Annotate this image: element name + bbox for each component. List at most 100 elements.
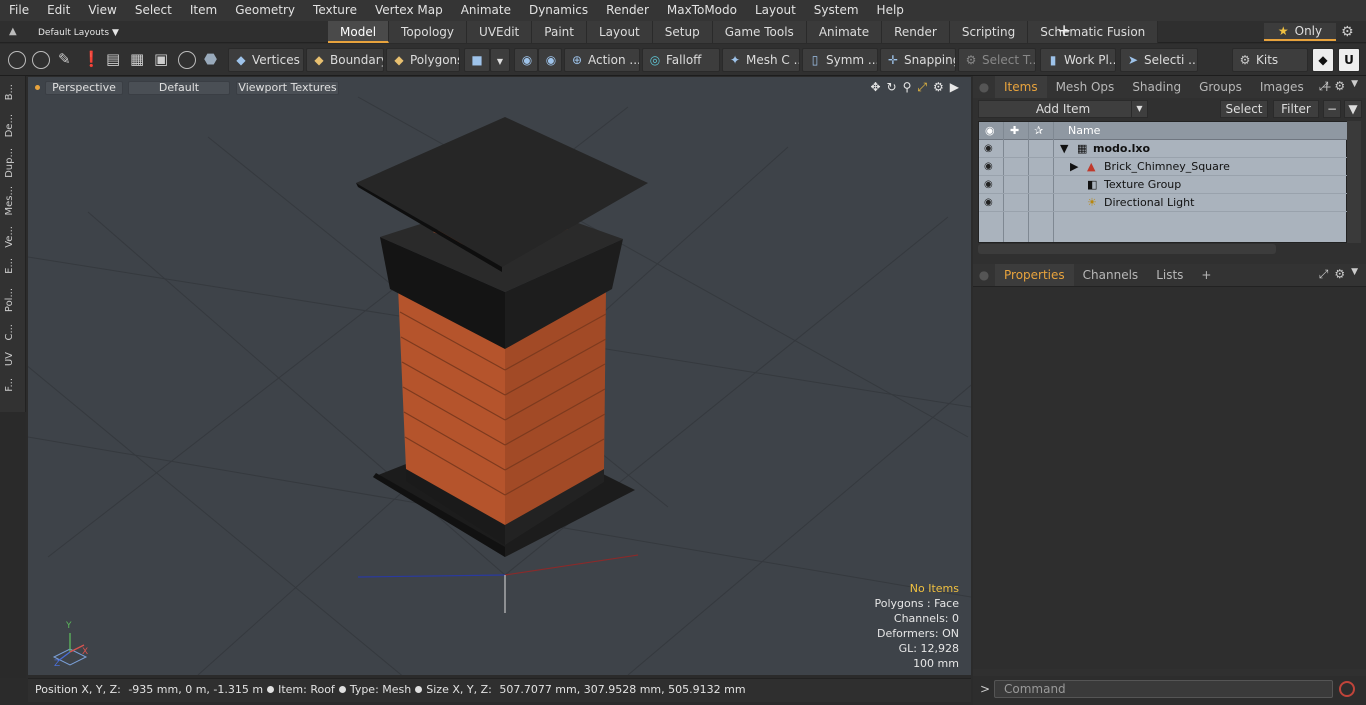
- tree-row-mesh[interactable]: ◉ ▶ ▲ Brick_Chimney_Square: [979, 158, 1348, 176]
- brush-icon[interactable]: ❗: [82, 50, 101, 68]
- tab-topology[interactable]: Topology: [389, 21, 468, 43]
- panel-gear-icon[interactable]: ⚙: [1334, 79, 1345, 94]
- tab-properties[interactable]: Properties: [995, 264, 1074, 286]
- strip-tab-vertex[interactable]: Ve...: [4, 226, 20, 248]
- symmetry-toggle-a[interactable]: ◉: [514, 48, 538, 72]
- layout-selector[interactable]: Default Layouts ▼: [38, 24, 119, 38]
- menu-help[interactable]: Help: [868, 0, 913, 21]
- tab-game-tools[interactable]: Game Tools: [712, 21, 807, 43]
- tree-row-light[interactable]: ◉ ☀ Directional Light: [979, 194, 1348, 212]
- menu-file[interactable]: File: [0, 0, 38, 21]
- command-input[interactable]: Command: [994, 680, 1333, 698]
- chevron-down-icon[interactable]: ▼: [1351, 267, 1358, 282]
- tab-model[interactable]: Model: [328, 21, 390, 43]
- record-stop-icon[interactable]: [1339, 681, 1355, 697]
- collapse-icon[interactable]: −: [1323, 100, 1341, 118]
- tab-render[interactable]: Render: [882, 21, 950, 43]
- tab-paint[interactable]: Paint: [532, 21, 587, 43]
- mesh-constraint-button[interactable]: ✦ Mesh C ...: [722, 48, 800, 72]
- tab-setup[interactable]: Setup: [652, 21, 713, 43]
- funnel-icon[interactable]: ▼: [1344, 100, 1362, 118]
- items-scrollbar[interactable]: [1347, 121, 1361, 243]
- globe-icon[interactable]: [32, 51, 50, 69]
- menu-dynamics[interactable]: Dynamics: [520, 0, 597, 21]
- tab-layout[interactable]: Layout: [586, 21, 653, 43]
- tab-scripting[interactable]: Scripting: [949, 21, 1029, 43]
- add-tab-icon[interactable]: +: [1057, 21, 1071, 42]
- box-icon[interactable]: ▣: [154, 50, 168, 68]
- grid-snap-icon[interactable]: ▦: [130, 50, 144, 68]
- symmetry-toggle-b[interactable]: ◉: [538, 48, 562, 72]
- select-button[interactable]: Select: [1220, 100, 1268, 118]
- perspective-button[interactable]: Perspective: [45, 81, 123, 95]
- tab-images[interactable]: Images: [1251, 76, 1313, 98]
- cube-icon[interactable]: ⬣: [204, 50, 217, 68]
- strip-tab-duplicate[interactable]: Dup...: [4, 148, 20, 178]
- mode-dropdown[interactable]: ▼: [490, 48, 510, 72]
- rotate-icon[interactable]: [178, 51, 196, 69]
- panel-menu-dot[interactable]: ●: [973, 76, 995, 98]
- shading-button[interactable]: Default: [128, 81, 230, 95]
- align-icon[interactable]: ▤: [106, 50, 120, 68]
- strip-tab-deform[interactable]: De...: [4, 114, 20, 137]
- menu-animate[interactable]: Animate: [452, 0, 520, 21]
- snapping-button[interactable]: ✛ Snapping: [880, 48, 956, 72]
- name-column-header[interactable]: Name: [1068, 124, 1100, 137]
- gear-icon[interactable]: ⚙: [1341, 24, 1354, 40]
- visibility-column-icon[interactable]: ◉: [985, 124, 995, 137]
- axis-column-icon[interactable]: ✰: [1034, 124, 1043, 137]
- select-circle-icon[interactable]: [8, 51, 26, 69]
- strip-tab-curve[interactable]: C...: [4, 324, 20, 341]
- move-view-icon[interactable]: ✥: [870, 80, 880, 95]
- unity-icon[interactable]: ◆: [1312, 48, 1334, 72]
- add-item-button[interactable]: Add Item ▼: [978, 100, 1148, 118]
- vertices-button[interactable]: ◆ Vertices: [228, 48, 304, 72]
- viewport-gear-icon[interactable]: ⚙: [933, 80, 944, 95]
- tab-schematic-fusion[interactable]: Schematic Fusion: [1028, 21, 1159, 43]
- tab-groups[interactable]: Groups: [1190, 76, 1251, 98]
- lock-column-icon[interactable]: ✚: [1010, 124, 1019, 137]
- work-plane-button[interactable]: ▮ Work Pl...: [1040, 48, 1116, 72]
- items-horizontal-scrollbar[interactable]: [978, 244, 1276, 254]
- viewport-menu-dot[interactable]: [35, 85, 40, 90]
- eye-icon[interactable]: ◉: [984, 194, 993, 211]
- action-button[interactable]: ⊕ Action ...: [564, 48, 640, 72]
- tab-channels[interactable]: Channels: [1074, 264, 1148, 286]
- boundary-button[interactable]: ◆ Boundary: [306, 48, 384, 72]
- expand-panel-icon[interactable]: ⤢: [1319, 267, 1329, 282]
- strip-tab-fusion[interactable]: F...: [4, 378, 20, 392]
- zoom-icon[interactable]: ⚲: [903, 80, 912, 95]
- panel-menu-dot[interactable]: ●: [973, 264, 995, 286]
- menu-layout[interactable]: Layout: [746, 0, 805, 21]
- menu-maxtomodo[interactable]: MaxToModo: [658, 0, 746, 21]
- chevron-right-icon[interactable]: ▶: [950, 80, 959, 95]
- tree-row-texture-group[interactable]: ◉ ◧ Texture Group: [979, 176, 1348, 194]
- viewport-textures-button[interactable]: Viewport Textures: [236, 81, 339, 95]
- strip-tab-edge[interactable]: E...: [4, 258, 20, 274]
- expand-arrow-icon[interactable]: ▼: [1060, 140, 1068, 157]
- menu-item[interactable]: Item: [181, 0, 226, 21]
- 3d-viewport[interactable]: Y X Z Perspective Default Viewport Textu…: [28, 77, 971, 675]
- unreal-icon[interactable]: U: [1338, 48, 1360, 72]
- eye-icon[interactable]: ◉: [984, 158, 993, 175]
- add-panel-tab-icon[interactable]: +: [1192, 264, 1220, 286]
- expand-arrow-icon[interactable]: ▶: [1070, 158, 1078, 175]
- select-through-button[interactable]: ⚙ Select T...: [958, 48, 1036, 72]
- menu-view[interactable]: View: [79, 0, 125, 21]
- layout-collapse-icon[interactable]: ▲: [9, 26, 17, 37]
- menu-edit[interactable]: Edit: [38, 0, 79, 21]
- maximize-icon[interactable]: ⤢: [917, 80, 927, 95]
- tab-shading[interactable]: Shading: [1123, 76, 1190, 98]
- strip-tab-uv[interactable]: UV: [4, 352, 20, 366]
- symmetry-button[interactable]: ▯ Symm ...: [802, 48, 878, 72]
- kits-button[interactable]: ⚙ Kits: [1232, 48, 1308, 72]
- eye-icon[interactable]: ◉: [984, 140, 993, 157]
- tab-uvedit[interactable]: UVEdit: [467, 21, 533, 43]
- panel-gear-icon[interactable]: ⚙: [1334, 267, 1345, 282]
- falloff-button[interactable]: ◎ Falloff: [642, 48, 720, 72]
- chevron-down-icon[interactable]: ▼: [1351, 79, 1358, 94]
- filter-button[interactable]: Filter: [1273, 100, 1319, 118]
- chevron-down-icon[interactable]: ▼: [1131, 101, 1147, 117]
- menu-geometry[interactable]: Geometry: [226, 0, 304, 21]
- eye-icon[interactable]: ◉: [984, 176, 993, 193]
